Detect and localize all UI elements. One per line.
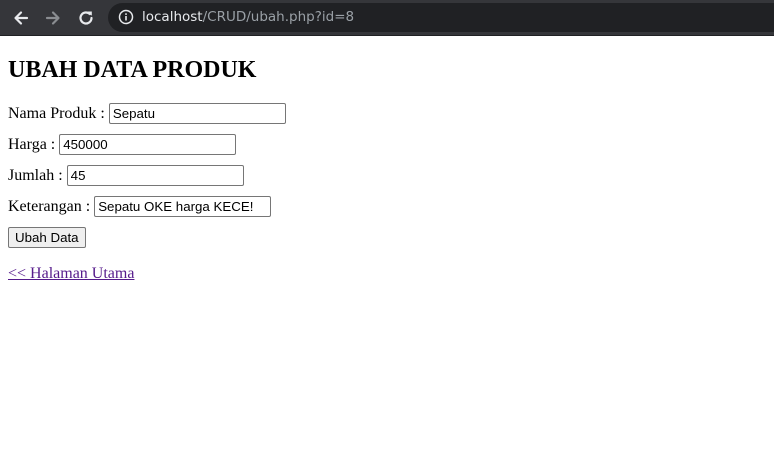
url-text[interactable]: localhost/CRUD/ubah.php?id=8: [142, 3, 354, 32]
forward-arrow-icon: [45, 11, 60, 25]
jumlah-input[interactable]: [66, 165, 244, 186]
browser-toolbar: localhost/CRUD/ubah.php?id=8: [0, 0, 774, 36]
field-label: Harga :: [8, 135, 56, 153]
field-label: Jumlah :: [8, 166, 63, 184]
field-jumlah: Jumlah :: [8, 165, 244, 186]
field-keterangan: Keterangan :: [8, 196, 272, 217]
back-button[interactable]: [8, 5, 34, 31]
keterangan-input[interactable]: [94, 196, 272, 217]
harga-input[interactable]: [59, 134, 237, 155]
field-harga: Harga :: [8, 134, 237, 155]
field-nama-produk: Nama Produk :: [8, 103, 286, 124]
field-label: Keterangan :: [8, 197, 91, 215]
url-host: localhost: [142, 9, 203, 25]
back-arrow-icon: [14, 11, 29, 25]
page-title: UBAH DATA PRODUK: [8, 57, 257, 83]
reload-icon: [79, 11, 93, 25]
nama-produk-input[interactable]: [108, 103, 286, 124]
forward-button[interactable]: [40, 5, 66, 31]
halaman-utama-link[interactable]: << Halaman Utama: [8, 265, 134, 283]
info-icon[interactable]: [118, 9, 134, 25]
field-label: Nama Produk :: [8, 104, 105, 122]
reload-button[interactable]: [73, 5, 99, 31]
ubah-data-button[interactable]: Ubah Data: [8, 227, 86, 248]
url-path: /CRUD/ubah.php?id=8: [202, 9, 355, 25]
address-bar[interactable]: localhost/CRUD/ubah.php?id=8: [108, 3, 774, 32]
page-content: UBAH DATA PRODUK Nama Produk : Harga : J…: [0, 36, 774, 473]
